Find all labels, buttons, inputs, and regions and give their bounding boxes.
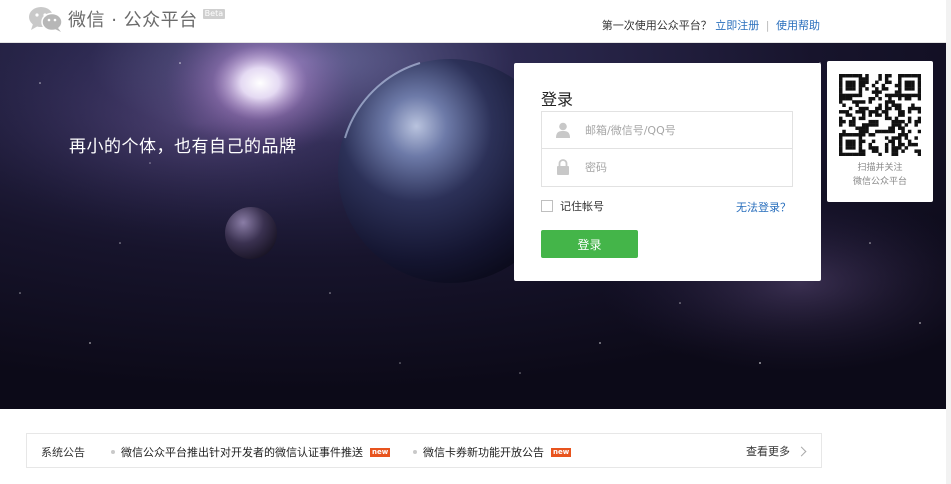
banner-slogan: 再小的个体，也有自己的品牌 xyxy=(69,137,297,157)
qr-code xyxy=(839,74,921,156)
remember-label: 记住帐号 xyxy=(560,200,604,213)
cannot-login-link[interactable]: 无法登录？ xyxy=(736,199,791,215)
new-badge: new xyxy=(551,447,572,457)
qr-caption-line2: 微信公众平台 xyxy=(852,177,907,187)
user-icon xyxy=(556,122,570,138)
wechat-logo[interactable]: 微信 · 公众平台 Beta xyxy=(28,4,226,34)
beta-badge: Beta xyxy=(202,9,226,19)
logo-text: 微信 · 公众平台 xyxy=(68,10,198,31)
link-separator: | xyxy=(765,19,770,32)
bullet-dot xyxy=(413,450,417,454)
remember-account[interactable]: 记住帐号 xyxy=(541,198,604,214)
login-title: 登录 xyxy=(541,90,574,109)
top-header: 微信 · 公众平台 Beta 第一次使用公众平台？ 立即注册 | 使用帮助 xyxy=(0,0,951,43)
username-input[interactable] xyxy=(585,112,785,148)
password-input[interactable] xyxy=(585,149,785,185)
bullet-dot xyxy=(111,450,115,454)
announcement-item[interactable]: 微信公众平台推出针对开发者的微信认证事件推送 new xyxy=(111,444,391,460)
remember-checkbox[interactable] xyxy=(541,200,553,212)
username-field[interactable] xyxy=(541,111,793,149)
qr-panel: 扫描并关注 微信公众平台 xyxy=(827,61,933,202)
hero-banner: 再小的个体，也有自己的品牌 登录 记住帐号 xyxy=(0,43,946,409)
announcement-text: 微信公众平台推出针对开发者的微信认证事件推送 xyxy=(121,446,363,459)
top-links: 第一次使用公众平台？ 立即注册 | 使用帮助 xyxy=(602,17,820,33)
announcement-label: 系统公告 xyxy=(41,446,85,459)
chevron-right-icon xyxy=(796,446,807,456)
view-more-link[interactable]: 查看更多 xyxy=(746,443,807,459)
new-badge: new xyxy=(370,447,391,457)
first-time-prompt: 第一次使用公众平台？ xyxy=(601,19,712,32)
lock-icon xyxy=(556,159,570,175)
view-more-label: 查看更多 xyxy=(746,445,790,458)
announcement-text: 微信卡券新功能开放公告 xyxy=(423,446,544,459)
help-link[interactable]: 使用帮助 xyxy=(776,19,820,32)
register-link[interactable]: 立即注册 xyxy=(715,19,759,32)
login-panel: 登录 记住帐号 无法登录？ 登录 xyxy=(514,63,821,281)
page-scrollbar[interactable] xyxy=(946,0,951,484)
announcement-bar: 系统公告 微信公众平台推出针对开发者的微信认证事件推送 new 微信卡券新功能开… xyxy=(26,433,822,468)
login-button[interactable]: 登录 xyxy=(541,230,638,258)
password-field[interactable] xyxy=(541,149,793,187)
qr-caption-line1: 扫描并关注 xyxy=(857,163,903,173)
qr-caption: 扫描并关注 微信公众平台 xyxy=(827,161,933,189)
announcement-item[interactable]: 微信卡券新功能开放公告 new xyxy=(413,444,572,460)
wechat-logo-icon xyxy=(28,6,64,32)
